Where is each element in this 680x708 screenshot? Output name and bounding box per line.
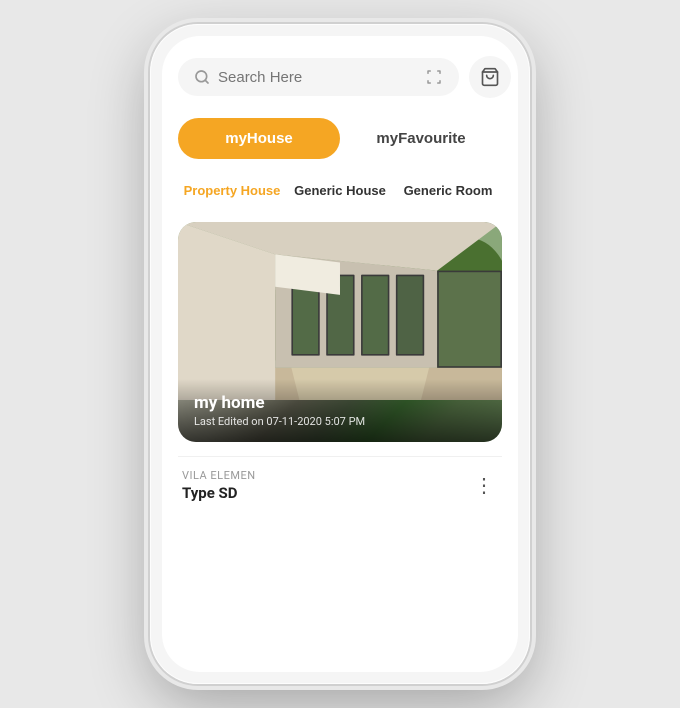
scan-icon — [425, 68, 443, 86]
phone-inner: myHouse myFavourite Property House Gener… — [162, 36, 518, 672]
room-illustration — [178, 222, 502, 400]
card-overlay: my home Last Edited on 07-11-2020 5:07 P… — [178, 379, 502, 442]
card-title: my home — [194, 393, 486, 413]
bag-icon — [480, 67, 500, 87]
search-bar — [178, 56, 502, 98]
more-icon: ⋮ — [474, 473, 494, 498]
list-item: VILA ELEMEN Type SD ⋮ — [178, 456, 502, 514]
subtab-property-house[interactable]: Property House — [178, 177, 286, 204]
sub-tabs: Property House Generic House Generic Roo… — [178, 177, 502, 204]
search-input[interactable] — [218, 69, 417, 86]
list-item-value: Type SD — [182, 484, 256, 502]
main-tabs: myHouse myFavourite — [178, 118, 502, 159]
list-item-label: VILA ELEMEN — [182, 469, 256, 482]
subtab-generic-room[interactable]: Generic Room — [394, 177, 502, 204]
search-input-wrapper — [178, 58, 459, 96]
card-subtitle: Last Edited on 07-11-2020 5:07 PM — [194, 415, 486, 428]
subtab-generic-house[interactable]: Generic House — [286, 177, 394, 204]
tab-myfavourite[interactable]: myFavourite — [340, 118, 502, 159]
property-card[interactable]: my home Last Edited on 07-11-2020 5:07 P… — [178, 222, 502, 442]
bag-button[interactable] — [469, 56, 511, 98]
more-button[interactable]: ⋮ — [470, 469, 498, 502]
list-item-info: VILA ELEMEN Type SD — [182, 469, 256, 502]
phone-shell: myHouse myFavourite Property House Gener… — [150, 24, 530, 684]
tab-myhouse[interactable]: myHouse — [178, 118, 340, 159]
app-content: myHouse myFavourite Property House Gener… — [162, 36, 518, 672]
search-icon — [194, 69, 210, 85]
